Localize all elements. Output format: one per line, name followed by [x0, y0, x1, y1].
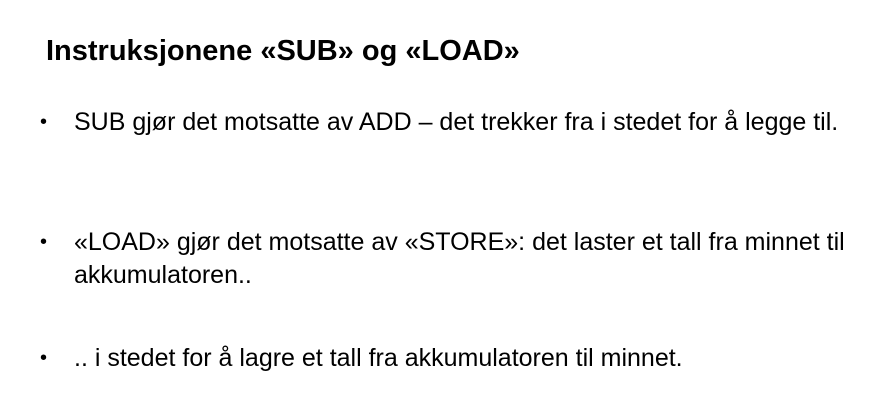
bullet-item: • «LOAD» gjør det motsatte av «STORE»: d… — [40, 226, 880, 292]
bullet-text: «LOAD» gjør det motsatte av «STORE»: det… — [74, 228, 845, 289]
slide-title: Instruksjonene «SUB» og «LOAD» — [46, 35, 520, 67]
bullet-icon: • — [40, 231, 48, 253]
bullet-icon: • — [40, 111, 48, 133]
bullet-icon: • — [40, 347, 48, 369]
bullet-item: • .. i stedet for å lagre et tall fra ak… — [40, 342, 880, 375]
bullet-text: SUB gjør det motsatte av ADD – det trekk… — [74, 108, 839, 136]
bullet-text: .. i stedet for å lagre et tall fra akku… — [74, 344, 683, 372]
bullet-item: • SUB gjør det motsatte av ADD – det tre… — [40, 106, 880, 139]
